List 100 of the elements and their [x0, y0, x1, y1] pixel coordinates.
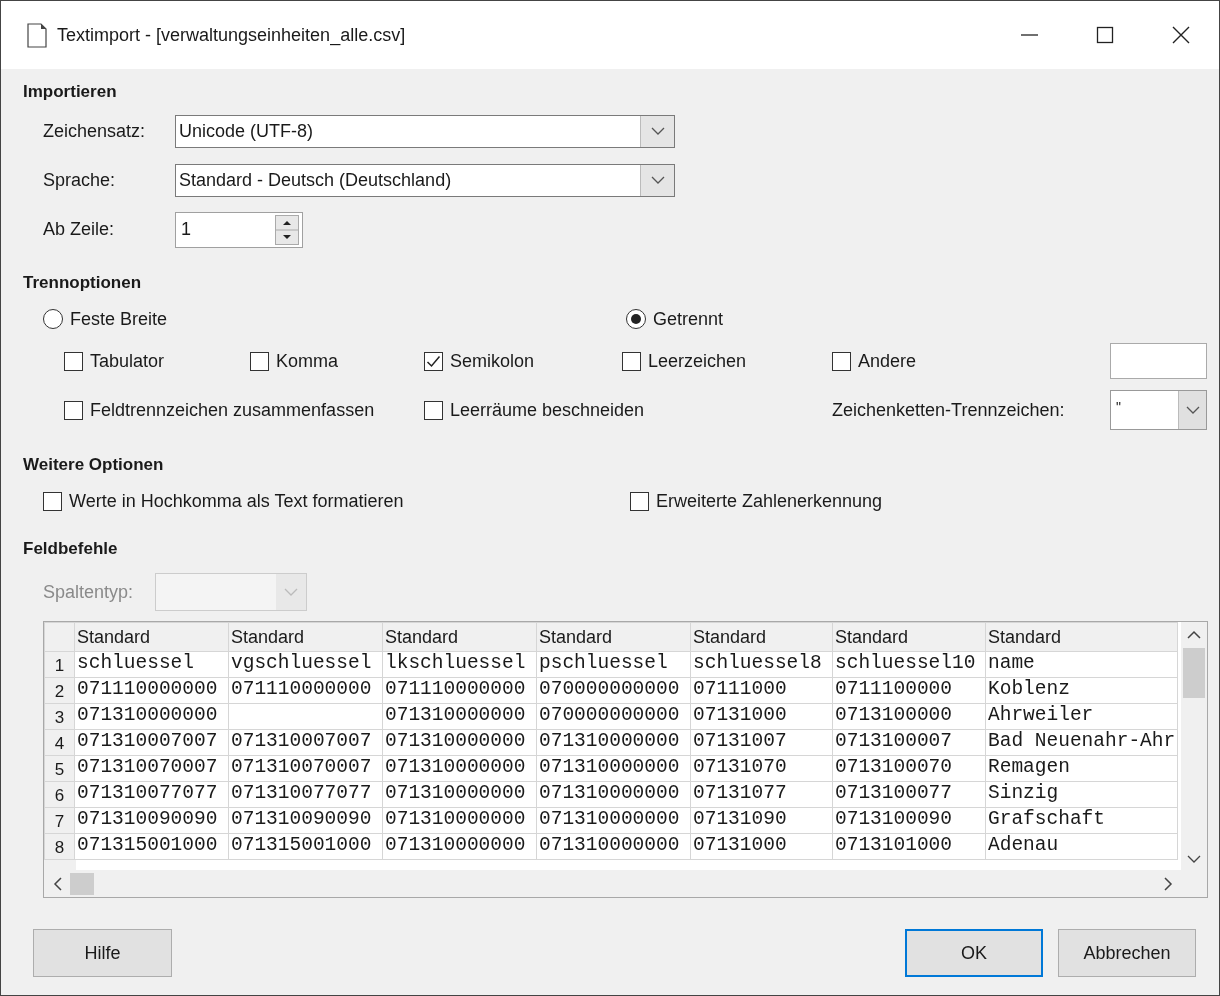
table-cell: 0711100000: [832, 677, 986, 704]
radio-button[interactable]: Feste Breite: [43, 308, 626, 330]
table-cell: 071310070007: [74, 755, 229, 782]
row-number: 2: [44, 677, 75, 704]
minimize-icon: [1019, 34, 1039, 36]
table-cell: 0713100090: [832, 807, 986, 834]
chevron-up-icon[interactable]: [1187, 629, 1201, 639]
dropdown[interactable]: Unicode (UTF-8): [175, 115, 675, 148]
table-cell: 07131007: [690, 729, 833, 756]
table-cell: 071310077077: [228, 781, 383, 808]
table-cell: 071315001000: [74, 833, 229, 860]
checkbox[interactable]: Andere: [832, 350, 1110, 372]
table-cell: Grafschaft: [985, 807, 1178, 834]
row-number: 1: [44, 651, 75, 678]
field-label: Spaltentyp:: [43, 581, 134, 603]
window-title: Textimport - [verwaltungseinheiten_alle.csv]: [57, 24, 406, 46]
table-cell: 071310070007: [228, 755, 383, 782]
column-header[interactable]: Standard: [228, 622, 383, 652]
close-icon: [1171, 25, 1191, 45]
chevron-left-icon[interactable]: [52, 877, 62, 891]
checkbox[interactable]: Werte in Hochkomma als Text formatieren: [43, 490, 630, 512]
dropdown[interactable]: Standard - Deutsch (Deutschland): [175, 164, 675, 197]
table-cell: 071110000000: [228, 677, 383, 704]
dialog-button[interactable]: Hilfe: [33, 929, 172, 977]
table-cell: vgschluessel: [228, 651, 383, 678]
checkbox[interactable]: Leerzeichen: [622, 350, 832, 372]
table-cell: pschluessel: [536, 651, 691, 678]
checkbox[interactable]: Tabulator: [64, 350, 250, 372]
row-number: 6: [44, 781, 75, 808]
checkbox[interactable]: Semikolon: [424, 350, 622, 372]
text-field[interactable]: [1110, 343, 1207, 379]
chevron-down-icon: [1187, 854, 1201, 864]
table-cell: 071310000000: [536, 781, 691, 808]
table-cell: 0713100070: [832, 755, 986, 782]
table-cell: 071310000000: [382, 703, 537, 730]
table-cell: 071310000000: [74, 703, 229, 730]
dropdown[interactable]: [155, 573, 308, 611]
table-cell: 071310000000: [536, 755, 691, 782]
column-header[interactable]: Standard: [690, 622, 833, 652]
checkbox[interactable]: Komma: [250, 350, 424, 372]
spin-field[interactable]: 1: [175, 211, 303, 248]
table-cell: 071310000000: [382, 833, 537, 860]
table-cell: Remagen: [985, 755, 1178, 782]
scroll-thumb[interactable]: [1183, 648, 1205, 698]
section-heading: Trennoptionen: [23, 272, 143, 294]
table-cell: 07131090: [690, 807, 833, 834]
table-cell: 071310000000: [536, 729, 691, 756]
table-cell: 07111000: [690, 677, 833, 704]
dialog-button[interactable]: Abbrechen: [1058, 929, 1196, 977]
table-cell: 0713100007: [832, 729, 986, 756]
chevron-down-icon: [650, 176, 665, 185]
table-cell: lkschluessel: [382, 651, 537, 678]
table-cell: name: [985, 651, 1178, 678]
table-cell: 071310007007: [228, 729, 383, 756]
table-cell: 0713100000: [832, 703, 986, 730]
section-heading: Importieren: [23, 81, 118, 103]
table-cell: schluessel: [74, 651, 229, 678]
table-cell: 070000000000: [536, 677, 691, 704]
table-cell: Koblenz: [985, 677, 1178, 704]
checkbox[interactable]: Feldtrennzeichen zusammenfassen: [64, 399, 424, 421]
column-header[interactable]: Standard: [382, 622, 537, 652]
column-header[interactable]: Standard: [74, 622, 229, 652]
chevron-right-icon[interactable]: [1163, 877, 1173, 891]
dialog-button[interactable]: OK: [905, 929, 1043, 977]
table-cell: 071310000000: [382, 755, 537, 782]
field-label: Ab Zeile:: [43, 219, 116, 240]
field-label: Zeichenketten-Trennzeichen:: [832, 399, 1066, 421]
table-cell: 0713101000: [832, 833, 986, 860]
table-cell: 07131000: [690, 833, 833, 860]
table-cell: 071110000000: [382, 677, 537, 704]
field-label: Sprache:: [43, 170, 117, 191]
field-label: Zeichensatz:: [43, 121, 147, 142]
scroll-thumb[interactable]: [70, 873, 94, 895]
table-cell: 071310000000: [382, 729, 537, 756]
checkbox[interactable]: Erweiterte Zahlenerkennung: [630, 490, 1219, 512]
radio-button[interactable]: Getrennt: [626, 308, 1219, 330]
chevron-down-icon: [1185, 405, 1200, 415]
table-cell: 071310090090: [228, 807, 383, 834]
dropdown[interactable]: ": [1110, 390, 1207, 430]
row-number: 8: [44, 833, 75, 860]
table-cell: 071110000000: [74, 677, 229, 704]
table-cell: 071310090090: [74, 807, 229, 834]
row-number: 5: [44, 755, 75, 782]
column-header[interactable]: Standard: [985, 622, 1178, 652]
row-number: 3: [44, 703, 75, 730]
table-cell: 07131000: [690, 703, 833, 730]
checkbox[interactable]: Leerräume beschneiden: [424, 399, 832, 421]
section-heading: Weitere Optionen: [23, 454, 165, 476]
chevron-down-icon: [650, 127, 665, 136]
table-cell: 07131070: [690, 755, 833, 782]
section-heading: Feldbefehle: [23, 538, 119, 560]
column-header[interactable]: Standard: [832, 622, 986, 652]
spin-buttons-icon[interactable]: [275, 214, 299, 245]
table-cell: schluessel10: [832, 651, 986, 678]
column-header[interactable]: Standard: [536, 622, 691, 652]
document-icon: [27, 22, 47, 48]
table-cell: 071310000000: [536, 833, 691, 860]
row-number: 7: [44, 807, 75, 834]
table-cell: schluessel8: [690, 651, 833, 678]
checkmark-icon: [426, 354, 441, 368]
